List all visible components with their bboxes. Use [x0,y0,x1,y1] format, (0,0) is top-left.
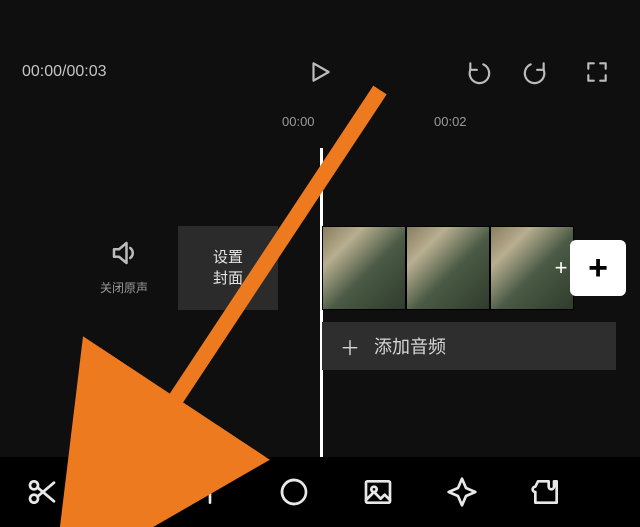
redo-icon [522,59,548,85]
undo-button[interactable] [466,48,492,96]
time-ruler[interactable]: 00:00 00:02 [0,114,640,138]
ruler-mark: 00:02 [434,114,467,129]
image-icon [362,476,394,508]
fullscreen-button[interactable] [584,48,610,96]
plus-icon: ＋ [340,332,360,361]
scissors-icon [26,476,58,508]
add-audio-button[interactable]: ＋ 添加音频 [322,322,616,370]
undo-icon [466,59,492,85]
tool-filter[interactable] [252,457,336,527]
tool-text[interactable] [168,457,252,527]
clip-thumbnail[interactable] [322,226,406,310]
tool-audio[interactable] [84,457,168,527]
mute-label: 关闭原声 [100,279,148,296]
redo-button[interactable] [522,48,548,96]
add-clip-button[interactable]: + [570,240,626,296]
play-icon [307,59,333,85]
tool-cut[interactable] [0,457,84,527]
music-note-icon [110,476,142,508]
play-button[interactable] [307,48,333,96]
text-icon [194,476,226,508]
add-audio-label: 添加音频 [374,333,446,359]
transport-bar: 00:00/00:03 [0,48,640,96]
moon-icon [278,476,310,508]
timeline[interactable]: 关闭原声 设置 封面 + + ＋ 添加音频 [0,148,640,457]
fullscreen-icon [584,59,610,85]
set-cover-button[interactable]: 设置 封面 [178,226,278,310]
tool-more[interactable] [504,457,588,527]
append-hint: + [552,240,570,296]
tool-effects[interactable] [420,457,504,527]
tool-sticker[interactable] [336,457,420,527]
clip-thumbnail[interactable] [406,226,490,310]
ruler-mark: 00:00 [282,114,315,129]
mute-original-button[interactable]: 关闭原声 [100,238,148,296]
plus-icon: + [588,249,608,288]
cover-label-line2: 封面 [213,268,243,289]
tool-bar [0,457,640,527]
speaker-icon [109,238,139,268]
sparkle-icon [446,476,478,508]
cover-label-line1: 设置 [213,247,243,268]
puzzle-icon [530,476,562,508]
video-track[interactable] [322,226,574,310]
video-editor-app: 00:00/00:03 00:00 00:02 关闭原声 设置 [0,0,640,527]
timecode-label: 00:00/00:03 [22,63,107,81]
